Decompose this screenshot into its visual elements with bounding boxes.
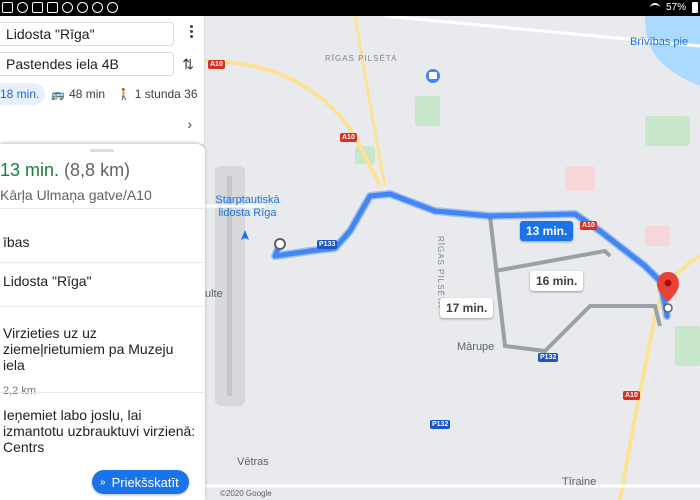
urban-area bbox=[565, 166, 595, 191]
divider bbox=[0, 306, 205, 307]
more-options-icon[interactable] bbox=[190, 25, 194, 38]
viber-notification-icon bbox=[107, 2, 118, 13]
divider bbox=[0, 392, 205, 393]
step-1[interactable]: Virzieties uz uz ziemeļrietumiem pa Muze… bbox=[3, 325, 198, 373]
destination-field[interactable]: Pastendes iela 4B bbox=[0, 52, 174, 76]
road-shield: P133 bbox=[317, 240, 338, 249]
step-start[interactable]: ības bbox=[3, 234, 198, 250]
mode-transit[interactable]: 🚌 48 min bbox=[45, 83, 111, 105]
viber-notification-icon bbox=[77, 2, 88, 13]
step-1-distance: 2,2 km bbox=[3, 385, 37, 397]
mode-driving[interactable]: 18 min. bbox=[0, 83, 46, 105]
place-label-ulte: ulte bbox=[205, 288, 223, 300]
divider bbox=[0, 262, 205, 263]
battery-icon bbox=[692, 2, 698, 13]
route-summary-distance: (8,8 km) bbox=[64, 160, 131, 180]
battery-percent: 57% bbox=[665, 2, 686, 13]
road-shield: P132 bbox=[430, 420, 451, 429]
image-notification-icon bbox=[32, 2, 43, 13]
place-label-marupe: Mārupe bbox=[457, 341, 495, 353]
chevron-right-icon[interactable]: › bbox=[187, 116, 192, 132]
preview-icon: » bbox=[100, 476, 106, 488]
map-copyright: ©2020 Google bbox=[220, 489, 272, 498]
park-area bbox=[415, 96, 440, 126]
destination-marker bbox=[663, 303, 673, 313]
river bbox=[645, 16, 700, 86]
route-alternative-16min[interactable] bbox=[494, 248, 612, 273]
road-shield: A10 bbox=[208, 60, 225, 69]
mode-walking[interactable]: 🚶 1 stunda 36 bbox=[111, 83, 203, 105]
origin-field[interactable]: Lidosta "Rīga" bbox=[0, 22, 174, 46]
place-label-vetras: Vētras bbox=[237, 456, 269, 468]
route-summary-time: 13 min. bbox=[0, 160, 60, 180]
park-area bbox=[645, 116, 690, 146]
urban-area bbox=[645, 226, 670, 246]
route-time-chip-primary[interactable]: 13 min. bbox=[520, 221, 574, 241]
route-summary: 13 min. (8,8 km) bbox=[0, 160, 130, 181]
road-shield: A10 bbox=[340, 133, 357, 142]
gallery-notification-icon bbox=[2, 2, 13, 13]
airport-label[interactable]: Starptautiskā lidosta Rīga bbox=[205, 194, 290, 220]
step-origin[interactable]: Lidosta "Rīga" bbox=[3, 273, 198, 289]
road-shield: A10 bbox=[623, 391, 640, 400]
route-time-chip-alt2[interactable]: 17 min. bbox=[440, 298, 494, 318]
place-label-brivibas: Brīvības pie bbox=[630, 36, 689, 48]
district-label-riga: RĪGAS PILSĒTA bbox=[325, 54, 398, 63]
route-via: Kārļa Ulmaņa gatve/A10 bbox=[0, 187, 152, 203]
youtube-notification-icon bbox=[47, 2, 58, 13]
directions-sheet: 13 min. (8,8 km) Kārļa Ulmaņa gatve/A10 … bbox=[0, 144, 205, 500]
start-marker[interactable] bbox=[274, 238, 286, 250]
map-canvas bbox=[205, 16, 700, 500]
viber-notification-icon bbox=[62, 2, 73, 13]
route-time-chip-alt1[interactable]: 16 min. bbox=[530, 271, 584, 291]
mode-walking-label: 1 stunda 36 bbox=[134, 87, 198, 101]
wifi-icon bbox=[649, 3, 660, 12]
travel-modes: 18 min. 🚌 48 min 🚶 1 stunda 36 bbox=[0, 82, 205, 106]
status-bar: 57% bbox=[0, 0, 700, 16]
viber-notification-icon bbox=[92, 2, 103, 13]
divider bbox=[0, 208, 205, 209]
map-view[interactable]: RĪGAS PILSĒTA Brīvības pie Starptautiskā… bbox=[205, 16, 700, 500]
step-2[interactable]: Ieņemiet labo joslu, lai izmantotu uzbra… bbox=[3, 407, 198, 455]
directions-header: Lidosta "Rīga" Pastendes iela 4B ⇅ 18 mi… bbox=[0, 16, 205, 144]
swap-icon[interactable]: ⇅ bbox=[182, 56, 194, 73]
bus-icon: 🚌 bbox=[51, 88, 66, 101]
place-label-tiraine: Tīraine bbox=[562, 476, 597, 488]
walk-icon: 🚶 bbox=[117, 88, 131, 101]
mode-driving-label: 18 min. bbox=[0, 87, 40, 101]
bus-glyph bbox=[429, 72, 437, 79]
sheet-drag-handle[interactable] bbox=[90, 149, 114, 152]
location-notification-icon bbox=[17, 2, 28, 13]
park-area bbox=[675, 326, 700, 366]
mode-transit-label: 48 min bbox=[69, 87, 106, 101]
destination-pin-center bbox=[664, 279, 672, 287]
road-shield: P132 bbox=[538, 353, 559, 362]
preview-button[interactable]: » Priekšskatīt bbox=[92, 470, 189, 494]
road-shield: A10 bbox=[580, 221, 597, 230]
preview-button-label: Priekšskatīt bbox=[111, 474, 179, 490]
